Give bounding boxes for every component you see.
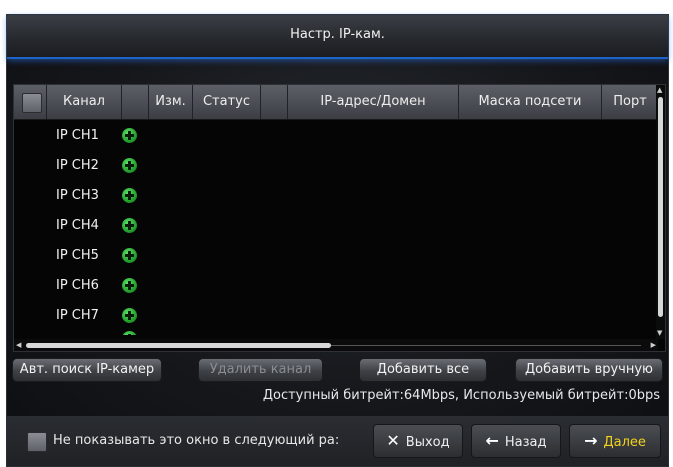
header-blank-2 xyxy=(261,85,288,119)
plus-circle-icon[interactable] xyxy=(122,218,137,233)
channel-name: IP CH1 xyxy=(56,128,99,143)
next-button[interactable]: → Далее xyxy=(569,424,661,458)
scroll-up-arrow-icon[interactable]: ▲ xyxy=(657,86,662,94)
dont-show-label: Не показывать это окно в следующий ра: xyxy=(53,433,340,448)
header-port[interactable]: Порт xyxy=(602,85,658,119)
plus-circle-icon[interactable] xyxy=(122,188,137,203)
plus-circle-icon[interactable] xyxy=(122,278,137,293)
bitrate-status: Доступный битрейт:64Mbps, Используемый б… xyxy=(262,388,660,403)
back-label: Назад xyxy=(504,435,547,450)
header-ip-address[interactable]: IP-адрес/Домен xyxy=(288,85,459,119)
arrow-left-icon: ← xyxy=(485,431,499,450)
table-row[interactable]: IP CH4 xyxy=(14,211,658,241)
exit-label: Выход xyxy=(405,435,450,450)
plus-circle-icon xyxy=(122,331,137,335)
plus-circle-icon[interactable] xyxy=(122,128,137,143)
table-row[interactable]: IP CH1 xyxy=(14,121,658,151)
table-row[interactable]: IP CH5 xyxy=(14,241,658,271)
vertical-scrollbar[interactable]: ▲ ▼ xyxy=(656,85,665,339)
delete-channel-button[interactable]: Удалить канал xyxy=(198,358,323,382)
horizontal-scroll-thumb[interactable] xyxy=(26,343,331,348)
channel-name: IP CH6 xyxy=(56,278,99,293)
close-x-icon: ✕ xyxy=(386,431,400,450)
scroll-down-arrow-icon[interactable]: ▼ xyxy=(657,329,662,337)
auto-search-button[interactable]: Авт. поиск IP-камер xyxy=(12,358,162,382)
channel-name: IP CH5 xyxy=(56,248,99,263)
header-subnet-mask[interactable]: Маска подсети xyxy=(459,85,602,119)
arrow-right-icon: → xyxy=(584,431,598,450)
horizontal-scroll-track xyxy=(331,345,641,346)
table-row-partial xyxy=(14,331,658,335)
window-title: Настр. IP-кам. xyxy=(7,15,668,59)
dont-show-checkbox[interactable] xyxy=(27,432,47,452)
channel-name: IP CH4 xyxy=(56,218,99,233)
back-button[interactable]: ← Назад xyxy=(471,424,561,458)
table-body: IP CH1 IP CH2 IP CH3 IP CH4 IP CH5 IP CH… xyxy=(14,121,658,335)
table-row[interactable]: IP CH7 xyxy=(14,301,658,331)
plus-circle-icon[interactable] xyxy=(122,158,137,173)
channel-name: IP CH2 xyxy=(56,158,99,173)
scroll-left-arrow-icon[interactable]: ◀ xyxy=(16,341,21,349)
table-row[interactable]: IP CH6 xyxy=(14,271,658,301)
footer-bar: Не показывать это окно в следующий ра: ✕… xyxy=(7,416,668,466)
header-blank xyxy=(122,85,149,119)
next-label: Далее xyxy=(603,435,646,450)
header-status[interactable]: Статус xyxy=(193,85,261,119)
header-checkbox-cell xyxy=(14,85,47,119)
add-manual-button[interactable]: Добавить вручную xyxy=(515,358,663,382)
add-all-button[interactable]: Добавить все xyxy=(359,358,487,382)
ip-camera-settings-window: Настр. IP-кам. Канал Изм. Статус IP-адре… xyxy=(6,14,669,467)
channel-name: IP CH7 xyxy=(56,308,99,323)
table-row[interactable]: IP CH2 xyxy=(14,151,658,181)
vertical-scroll-thumb[interactable] xyxy=(658,97,663,317)
table-row[interactable]: IP CH3 xyxy=(14,181,658,211)
table-header: Канал Изм. Статус IP-адрес/Домен Маска п… xyxy=(14,85,658,120)
channel-name: IP CH3 xyxy=(56,188,99,203)
scroll-right-arrow-icon[interactable]: ▶ xyxy=(651,341,656,349)
horizontal-scrollbar[interactable]: ◀ ▶ xyxy=(14,339,658,351)
ip-camera-table: Канал Изм. Статус IP-адрес/Домен Маска п… xyxy=(13,84,666,352)
plus-circle-icon[interactable] xyxy=(122,308,137,323)
plus-circle-icon[interactable] xyxy=(122,248,137,263)
exit-button[interactable]: ✕ Выход xyxy=(373,424,463,458)
header-edit[interactable]: Изм. xyxy=(149,85,193,119)
header-channel[interactable]: Канал xyxy=(47,85,122,119)
